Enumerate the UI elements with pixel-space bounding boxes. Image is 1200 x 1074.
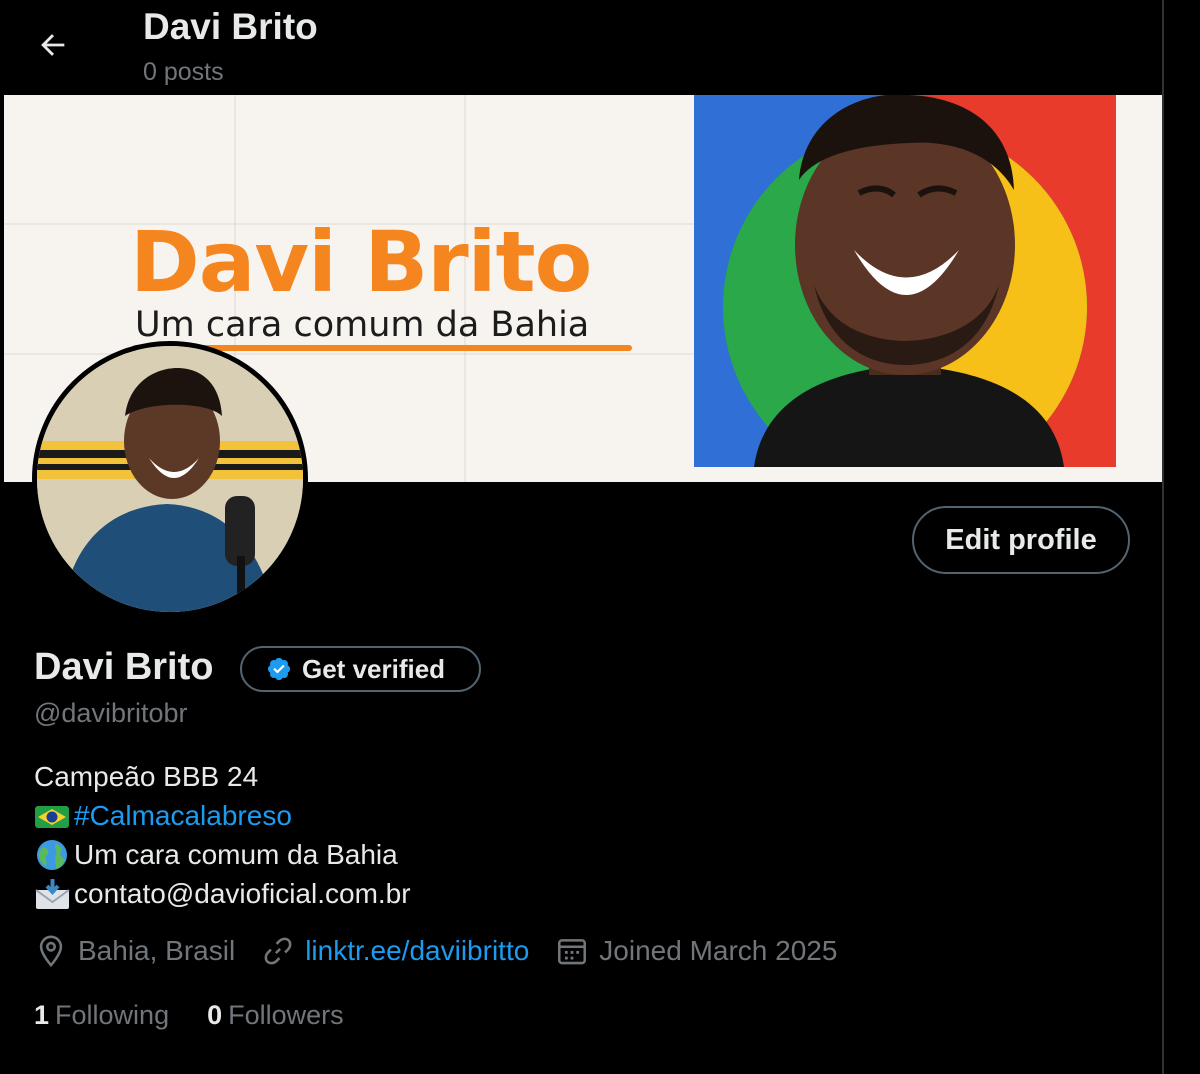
bio-line: #Calmacalabreso (34, 796, 411, 835)
profile-handle: @davibritobr (34, 698, 188, 728)
location-item: Bahia, Brasil (34, 934, 235, 968)
following-label: Following (55, 1000, 170, 1030)
follow-counts: 1 Following 0 Followers (34, 1000, 382, 1031)
profile-meta: Bahia, Brasil linktr.ee/daviibritto Join… (34, 934, 863, 968)
get-verified-button[interactable]: Get verified (240, 646, 481, 692)
arrow-left-icon (41, 34, 65, 56)
get-verified-label: Get verified (302, 653, 446, 684)
banner-subtitle: Um cara comum da Bahia (135, 305, 590, 345)
bio-line: Campeão BBB 24 (34, 757, 411, 796)
brazil-flag-icon (35, 805, 69, 828)
website-link[interactable]: linktr.ee/daviibritto (305, 935, 529, 967)
header-post-count: 0 posts (143, 58, 224, 86)
header-title: Davi Brito (143, 6, 318, 47)
followers-link[interactable]: 0 Followers (207, 1000, 344, 1031)
globe-icon (37, 839, 67, 870)
right-pane (1164, 0, 1200, 1074)
website-item: linktr.ee/daviibritto (261, 934, 529, 968)
envelope-icon (35, 878, 70, 909)
joined-text: Joined March 2025 (599, 935, 838, 966)
bio-text: contato@davioficial.com.br (74, 878, 411, 909)
edit-profile-button[interactable]: Edit profile (912, 506, 1130, 574)
joined-item: Joined March 2025 (555, 934, 837, 968)
following-count: 1 (34, 1000, 50, 1030)
banner-title: Davi Brito (130, 213, 592, 311)
followers-count: 0 (207, 1000, 223, 1030)
location-text: Bahia, Brasil (78, 935, 236, 966)
hashtag-link[interactable]: #Calmacalabreso (74, 796, 292, 835)
location-pin-icon (39, 935, 63, 968)
following-link[interactable]: 1 Following (34, 1000, 169, 1031)
bio-text: Um cara comum da Bahia (74, 839, 398, 870)
banner-portrait (694, 95, 1116, 467)
bio-text: Campeão BBB 24 (34, 761, 259, 792)
profile-column: Davi Brito 0 posts Davi Brito Um cara co… (0, 0, 1164, 1074)
back-button[interactable] (30, 22, 76, 68)
followers-label: Followers (228, 1000, 344, 1030)
bio-line: Um cara comum da Bahia (34, 835, 411, 874)
link-icon (264, 937, 292, 965)
calendar-icon (558, 939, 587, 965)
profile-avatar[interactable] (32, 341, 308, 617)
verified-badge-icon (267, 657, 291, 681)
profile-name: Davi Brito (34, 646, 214, 688)
bio-line: contato@davioficial.com.br (34, 874, 411, 913)
profile-bio: Campeão BBB 24 #Calmacalabreso Um cara c… (34, 757, 411, 913)
